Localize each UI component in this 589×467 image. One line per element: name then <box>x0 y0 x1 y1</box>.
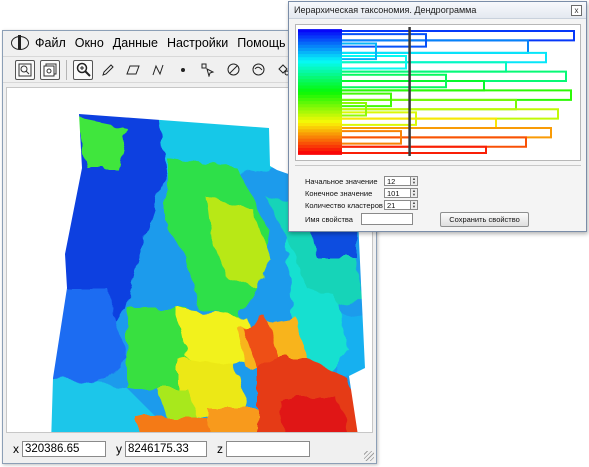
dendrogram-link <box>342 108 559 120</box>
spinner-arrows-icon[interactable]: ▲ ▼ <box>411 200 418 210</box>
dendrogram-link <box>342 117 497 129</box>
lasso-icon[interactable] <box>248 60 268 80</box>
layers-icon[interactable] <box>40 59 60 80</box>
clusters-input[interactable]: 21 <box>384 200 411 210</box>
end-value-label: Конечное значение <box>305 188 373 198</box>
menu-file[interactable]: Файл <box>35 36 75 50</box>
start-value-label: Начальное значение <box>305 176 378 186</box>
dendrogram-plot[interactable] <box>295 24 581 161</box>
menu-data[interactable]: Данные <box>113 36 167 50</box>
property-row: Имя свойства <box>305 213 413 225</box>
close-button[interactable]: x <box>571 4 582 16</box>
menu-settings[interactable]: Настройки <box>167 36 237 50</box>
start-value-input[interactable]: 12 <box>384 176 411 186</box>
pencil-icon[interactable] <box>98 60 118 80</box>
y-coordinate-field: 8246175.33 <box>125 441 207 457</box>
dendrogram-link <box>342 145 487 154</box>
dendrogram-link <box>342 98 517 111</box>
end-value-input[interactable]: 101 <box>384 188 411 198</box>
resize-grip-icon[interactable] <box>364 451 374 461</box>
start-value-spinner[interactable]: 12 ▲ ▼ <box>384 176 418 186</box>
start-value-row: Начальное значение 12 ▲ ▼ <box>305 176 418 186</box>
polyline-icon[interactable] <box>148 60 168 80</box>
toolbar-separator <box>66 59 67 80</box>
dendrogram-link <box>342 80 485 92</box>
dendrogram-canvas <box>298 27 575 156</box>
status-bar: x 320386.65 y 8246175.33 z <box>3 435 376 463</box>
circle-select-icon[interactable] <box>223 60 243 80</box>
dendrogram-link <box>342 61 507 73</box>
clusters-row: Количество кластеров 21 ▲ ▼ <box>305 200 418 210</box>
x-label: x <box>13 442 19 456</box>
dendrogram-link <box>342 136 527 148</box>
dendrogram-link <box>342 51 547 64</box>
clusters-label: Количество кластеров <box>305 200 383 210</box>
dendrogram-link <box>342 89 572 101</box>
dendrogram-link <box>342 70 567 83</box>
x-coordinate-field: 320386.65 <box>22 441 106 457</box>
dialog-titlebar[interactable]: Иерархическая таксономия. Дендрограмма x <box>289 2 586 19</box>
dendrogram-link <box>342 30 575 42</box>
z-coordinate-field <box>226 441 310 457</box>
polygon-icon[interactable] <box>123 60 143 80</box>
clusters-spinner[interactable]: 21 ▲ ▼ <box>384 200 418 210</box>
save-property-button[interactable]: Сохранить свойство <box>440 212 529 227</box>
property-name-input[interactable] <box>361 213 413 225</box>
menu-help[interactable]: Помощь <box>237 36 294 50</box>
z-label: z <box>217 442 223 456</box>
y-label: y <box>116 442 122 456</box>
dendrogram-dialog: Иерархическая таксономия. Дендрограмма x… <box>288 1 587 232</box>
end-value-spinner[interactable]: 101 ▲ ▼ <box>384 188 418 198</box>
app-logo-icon[interactable] <box>11 35 29 50</box>
dendrogram-link <box>342 126 552 139</box>
point-icon[interactable] <box>173 60 193 80</box>
menu-window[interactable]: Окно <box>75 36 113 50</box>
spinner-arrows-icon[interactable]: ▲ ▼ <box>411 176 418 186</box>
select-arrow-icon[interactable] <box>198 60 218 80</box>
zoom-icon[interactable] <box>73 59 93 80</box>
end-value-row: Конечное значение 101 ▲ ▼ <box>305 188 418 198</box>
divider <box>295 165 581 166</box>
map-view-icon[interactable] <box>15 59 35 80</box>
dialog-title: Иерархическая таксономия. Дендрограмма <box>294 5 477 15</box>
spinner-arrows-icon[interactable]: ▲ ▼ <box>411 188 418 198</box>
